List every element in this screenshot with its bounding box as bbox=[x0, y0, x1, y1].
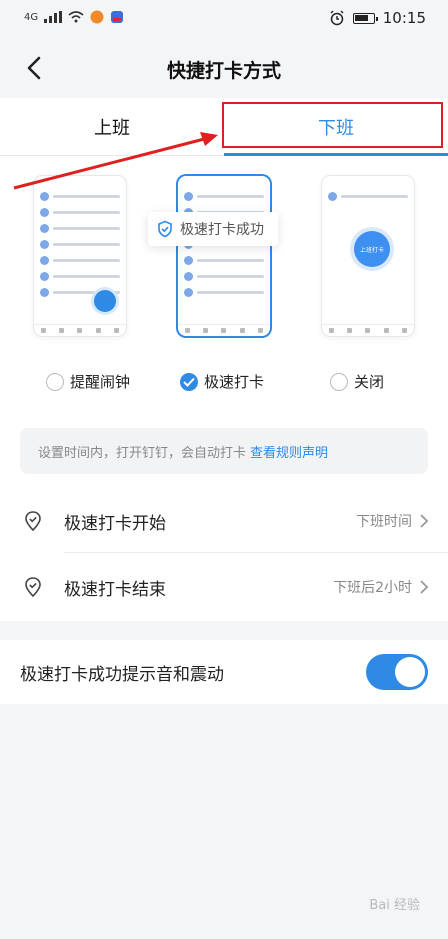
location-pin-icon bbox=[25, 577, 41, 598]
app-notification-icon bbox=[90, 10, 104, 24]
preview-off[interactable]: 上班打卡 bbox=[308, 176, 428, 396]
page-title: 快捷打卡方式 bbox=[166, 60, 281, 82]
setting-start-label: 极速打卡开始 bbox=[64, 513, 166, 534]
phone-preview-fast bbox=[178, 176, 270, 336]
wifi-icon bbox=[68, 11, 84, 23]
avatar bbox=[40, 239, 49, 249]
mode-radio-group: 提醒闹钟 极速打卡 关闭 bbox=[0, 371, 448, 401]
preview-tabbar bbox=[178, 324, 270, 336]
rules-link[interactable]: 查看规则声明 bbox=[250, 442, 328, 461]
radio-fast-label: 极速打卡 bbox=[204, 373, 265, 391]
location-pin-icon bbox=[25, 511, 41, 532]
shield-check-icon bbox=[158, 220, 172, 238]
avatar bbox=[40, 255, 49, 265]
tab-clock-out-label: 下班 bbox=[318, 117, 354, 139]
tab-clock-in[interactable]: 上班 bbox=[0, 98, 224, 155]
main-content: 上班打卡 极速打卡成功 提醒闹钟 极速打卡 关闭 设置时间内，打开钉钉，会自动打… bbox=[0, 156, 448, 621]
app-notification-icon-2 bbox=[111, 11, 124, 23]
radio-circle bbox=[46, 372, 64, 391]
sound-vibration-toggle[interactable] bbox=[366, 654, 428, 690]
setting-end-label: 极速打卡结束 bbox=[64, 579, 166, 600]
radio-alarm-label: 提醒闹钟 bbox=[70, 373, 131, 391]
toast-text: 极速打卡成功 bbox=[180, 222, 264, 238]
tab-bar: 上班 下班 bbox=[0, 98, 448, 156]
setting-start[interactable]: 极速打卡开始 下班时间 bbox=[0, 488, 448, 554]
tab-clock-in-label: 上班 bbox=[94, 117, 130, 139]
success-toast: 极速打卡成功 bbox=[148, 212, 278, 246]
avatar bbox=[40, 207, 49, 217]
phone-preview-alarm bbox=[34, 176, 126, 336]
preview-fast-checkin[interactable] bbox=[164, 176, 284, 396]
divider bbox=[64, 552, 448, 553]
preview-status bbox=[178, 176, 270, 188]
radio-fast-checkin[interactable]: 极速打卡 bbox=[180, 371, 264, 392]
checkin-circle: 上班打卡 bbox=[354, 231, 390, 267]
avatar bbox=[184, 191, 193, 201]
radio-circle bbox=[330, 372, 348, 391]
setting-end[interactable]: 极速打卡结束 下班后2小时 bbox=[0, 554, 448, 620]
radio-off[interactable]: 关闭 bbox=[330, 371, 384, 392]
preview-tabbar bbox=[34, 324, 126, 336]
avatar bbox=[328, 191, 337, 201]
setting-end-value: 下班后2小时 bbox=[333, 580, 412, 596]
toggle-knob bbox=[395, 657, 425, 687]
alarm-icon bbox=[330, 10, 344, 26]
preview-alarm[interactable] bbox=[20, 176, 140, 396]
network-label: 4G bbox=[24, 11, 39, 23]
avatar bbox=[40, 223, 49, 233]
preview-tabbar bbox=[322, 324, 414, 336]
avatar bbox=[184, 255, 193, 265]
tab-clock-out[interactable]: 下班 bbox=[224, 98, 448, 156]
preview-status bbox=[34, 176, 126, 188]
avatar bbox=[184, 271, 193, 281]
radio-alarm[interactable]: 提醒闹钟 bbox=[46, 371, 130, 392]
chevron-right-icon bbox=[420, 514, 429, 528]
sound-vibration-setting: 极速打卡成功提示音和震动 bbox=[0, 640, 448, 704]
status-bar: 4G 10:15 bbox=[0, 0, 448, 38]
avatar bbox=[184, 287, 193, 297]
avatar bbox=[40, 191, 49, 201]
chevron-right-icon bbox=[420, 580, 429, 594]
hint-box: 设置时间内，打开钉钉，会自动打卡 查看规则声明 bbox=[20, 428, 428, 474]
toggle-label: 极速打卡成功提示音和震动 bbox=[20, 665, 224, 685]
avatar bbox=[40, 287, 49, 297]
phone-preview-off: 上班打卡 bbox=[322, 176, 414, 336]
watermark: Bai 经验 bbox=[369, 898, 420, 913]
setting-start-value: 下班时间 bbox=[356, 514, 412, 530]
mode-previews: 上班打卡 bbox=[20, 176, 428, 396]
header: 快捷打卡方式 bbox=[0, 38, 448, 98]
avatar bbox=[40, 271, 49, 281]
alarm-fab-icon bbox=[94, 290, 116, 312]
radio-checked-icon bbox=[180, 372, 198, 391]
signal-icon bbox=[44, 11, 63, 23]
battery-icon bbox=[352, 12, 378, 24]
status-time: 10:15 bbox=[382, 9, 426, 27]
hint-text: 设置时间内，打开钉钉，会自动打卡 bbox=[38, 445, 247, 461]
preview-status bbox=[322, 176, 414, 188]
radio-off-label: 关闭 bbox=[354, 373, 385, 391]
